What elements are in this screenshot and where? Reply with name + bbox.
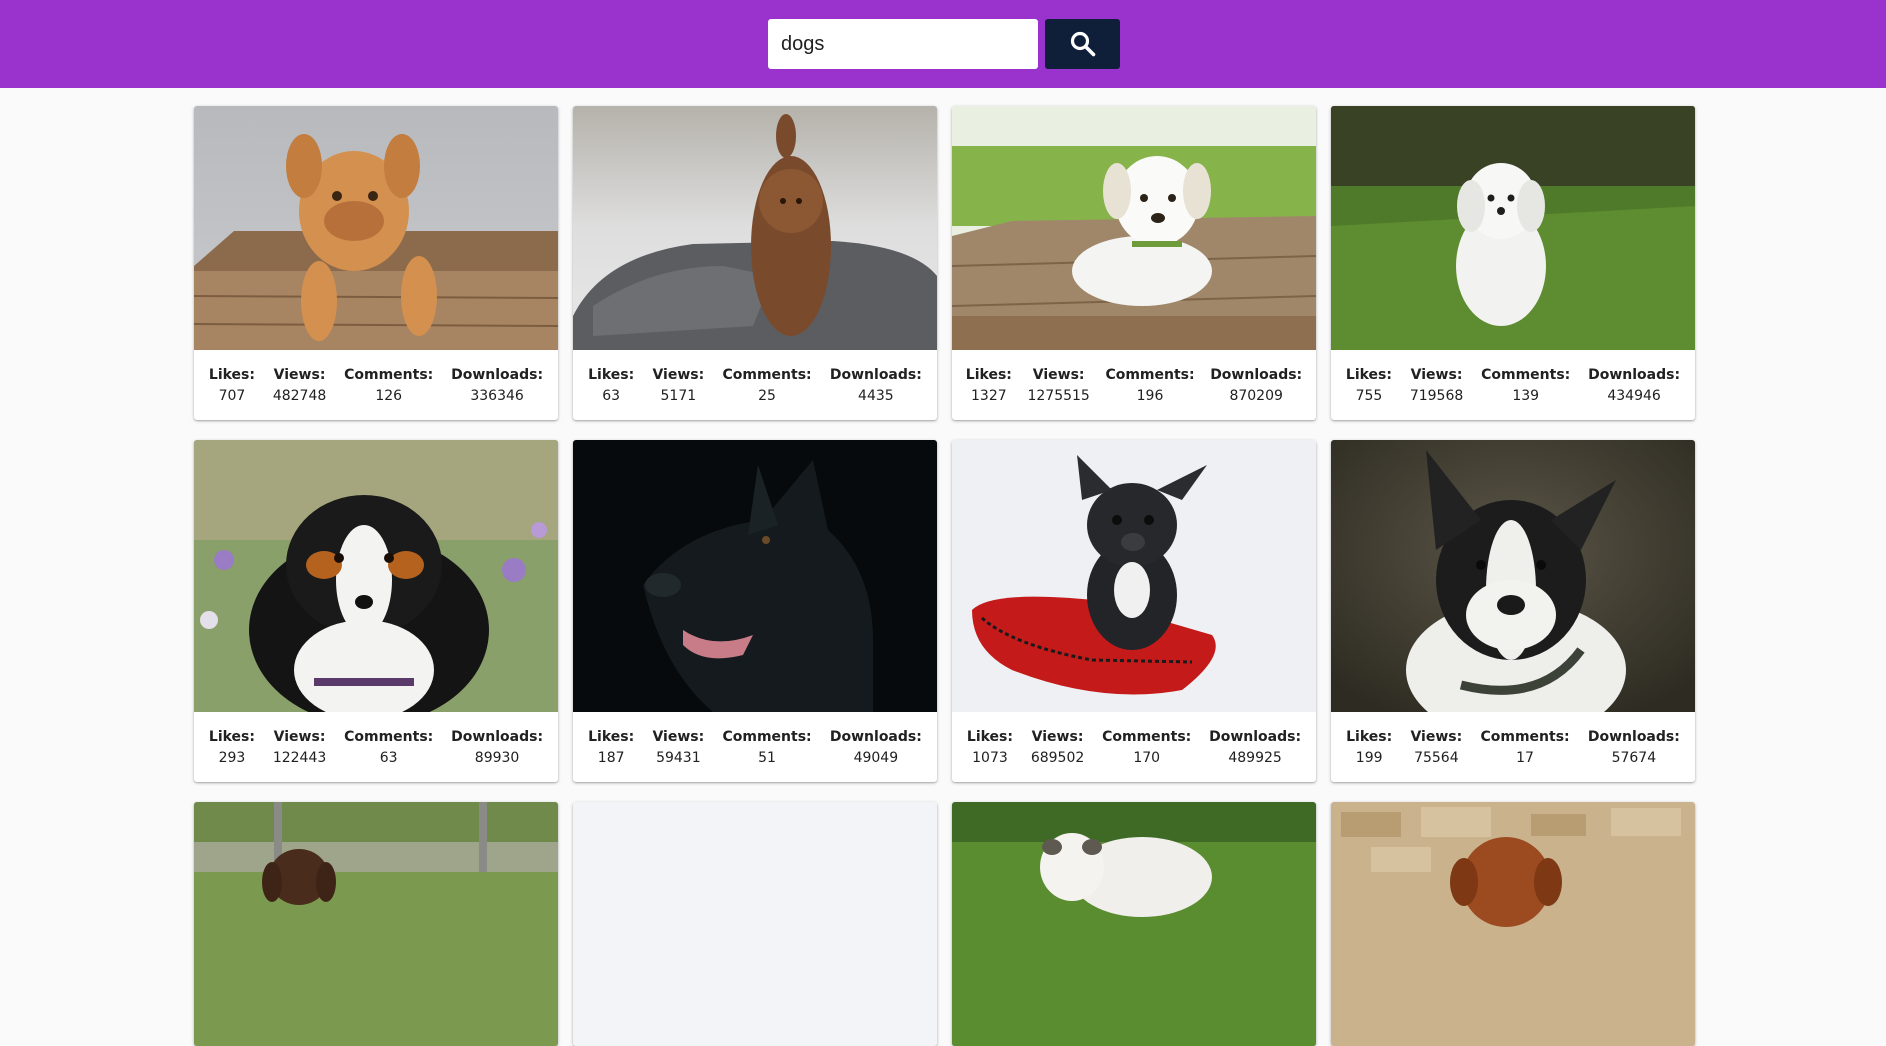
image-card[interactable]: Likes: 1073 Views: 689502 Comments: 170 Dow… [952,440,1316,782]
comments-count: 126 [375,388,403,404]
likes-count: 63 [602,388,621,404]
likes-label: Likes: [965,367,1012,383]
image-card[interactable] [573,802,937,1046]
likes-count: 187 [597,750,625,766]
comments-label: Comments: [1480,729,1570,745]
views-count: 482748 [272,388,327,404]
dog-photo[interactable] [1331,106,1695,350]
search-form [768,19,1120,69]
top-bar [0,0,1886,88]
downloads-count: 870209 [1229,388,1283,404]
comments-count: 51 [758,750,776,766]
views-label: Views: [1031,729,1084,745]
comments-label: Comments: [1105,367,1195,383]
dog-photo[interactable] [952,802,1316,1046]
dog-photo[interactable] [573,440,937,712]
likes-count: 707 [218,388,246,404]
likes-label: Likes: [588,729,635,745]
downloads-label: Downloads: [451,367,544,383]
likes-count: 293 [218,750,246,766]
image-card[interactable]: Likes: 199 Views: 75564 Comments: 17 Downlo… [1331,440,1695,782]
downloads-label: Downloads: [1588,367,1681,383]
downloads-label: Downloads: [829,729,922,745]
comments-count: 25 [758,388,776,404]
downloads-count: 489925 [1228,750,1282,766]
comments-label: Comments: [1102,729,1192,745]
downloads-label: Downloads: [1209,729,1302,745]
image-card[interactable] [952,802,1316,1046]
downloads-label: Downloads: [451,729,544,745]
image-card[interactable]: Likes: 187 Views: 59431 Comments: 51 Downlo… [573,440,937,782]
views-count: 122443 [272,750,327,766]
likes-label: Likes: [1346,729,1393,745]
views-label: Views: [273,367,326,383]
views-count: 689502 [1030,750,1085,766]
views-label: Views: [273,729,326,745]
views-label: Views: [652,367,705,383]
image-card[interactable]: Likes: 63 Views: 5171 Comments: 25 Download… [573,106,937,420]
views-count: 719568 [1409,388,1464,404]
downloads-label: Downloads: [829,367,922,383]
dog-photo[interactable] [573,802,937,1046]
comments-label: Comments: [344,729,434,745]
likes-label: Likes: [966,729,1013,745]
dog-photo[interactable] [1331,440,1695,712]
downloads-label: Downloads: [1587,729,1680,745]
downloads-count: 4435 [858,388,894,404]
dog-photo[interactable] [952,106,1316,350]
views-label: Views: [1410,367,1463,383]
views-count: 59431 [656,750,701,766]
comments-count: 63 [379,750,398,766]
views-count: 5171 [660,388,697,404]
image-card[interactable]: Likes: 755 Views: 719568 Comments: 139 Down… [1331,106,1695,420]
downloads-label: Downloads: [1210,367,1303,383]
dog-photo[interactable] [573,106,937,350]
likes-label: Likes: [588,367,635,383]
dog-photo[interactable] [952,440,1316,712]
views-label: Views: [1410,729,1463,745]
likes-count: 1073 [972,750,1008,766]
comments-label: Comments: [722,367,812,383]
views-label: Views: [1032,367,1085,383]
likes-count: 1327 [971,388,1007,404]
comments-label: Comments: [344,367,434,383]
views-count: 1275515 [1027,388,1090,404]
downloads-count: 336346 [470,388,524,404]
views-label: Views: [652,729,705,745]
views-count: 75564 [1414,750,1459,766]
search-input[interactable] [768,19,1038,69]
downloads-count: 57674 [1611,750,1657,766]
dog-photo[interactable] [194,440,558,712]
downloads-count: 89930 [474,750,520,766]
image-card[interactable] [194,802,558,1046]
downloads-count: 49049 [853,750,899,766]
comments-count: 139 [1512,388,1540,404]
likes-label: Likes: [208,729,255,745]
dog-photo[interactable] [1331,802,1695,1046]
comments-label: Comments: [722,729,812,745]
likes-label: Likes: [1345,367,1392,383]
search-button[interactable] [1045,19,1120,69]
search-icon [1070,31,1095,57]
image-card[interactable]: Likes: 293 Views: 122443 Comments: 63 Downl… [194,440,558,782]
downloads-count: 434946 [1607,388,1661,404]
comments-count: 17 [1516,750,1534,766]
likes-label: Likes: [208,367,255,383]
comments-count: 170 [1133,750,1161,766]
comments-label: Comments: [1481,367,1571,383]
image-card[interactable]: Likes: 707 Views: 482748 Comments: 126 Down… [194,106,558,420]
dog-photo[interactable] [194,802,558,1046]
image-card[interactable] [1331,802,1695,1046]
comments-count: 196 [1136,388,1164,404]
likes-count: 199 [1355,750,1383,766]
image-gallery: Likes: 707 Views: 482748 Comments: 126 Down… [194,106,1695,1046]
likes-count: 755 [1355,388,1383,404]
dog-photo[interactable] [194,106,558,350]
image-card[interactable]: Likes: 1327 Views: 1275515 Comments: 196 Do… [952,106,1316,420]
